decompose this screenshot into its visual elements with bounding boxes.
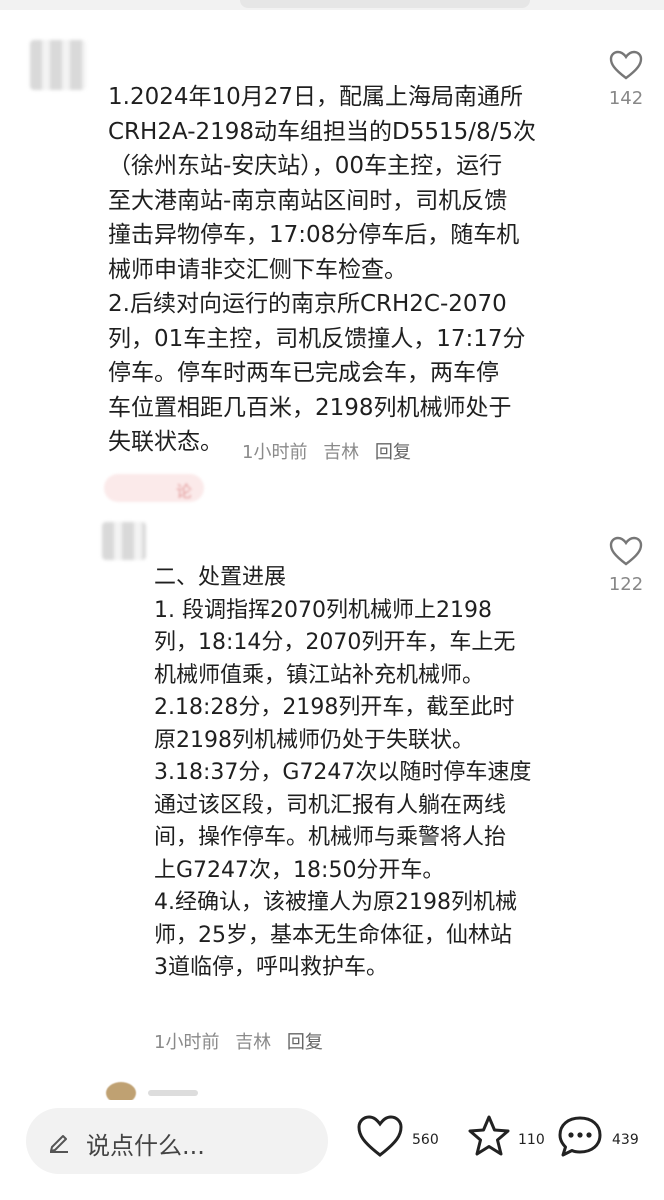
like-count: 560 bbox=[412, 1132, 439, 1148]
comment-like-button[interactable]: 142 bbox=[603, 50, 649, 109]
comment-time: 1小时前 bbox=[154, 1032, 220, 1053]
comment-meta: 1小时前 吉林 回复 bbox=[154, 1028, 333, 1054]
blurred-tag[interactable]: 论 bbox=[104, 474, 204, 502]
comment-input[interactable]: 说点什么... bbox=[26, 1108, 328, 1174]
avatar[interactable] bbox=[30, 40, 86, 90]
favorite-count: 110 bbox=[518, 1132, 545, 1148]
like-count: 142 bbox=[608, 88, 644, 109]
top-strip bbox=[0, 0, 664, 10]
bottom-action-bar: 说点什么... 560 110 439 bbox=[0, 1100, 664, 1200]
reply-button[interactable]: 回复 bbox=[287, 1032, 323, 1053]
like-count: 122 bbox=[608, 574, 644, 595]
comment-text: 二、处置进展 1. 段调指挥2070列机械师上2198 列，18:14分，207… bbox=[154, 565, 532, 980]
comment-like-button[interactable]: 122 bbox=[603, 536, 649, 595]
comment-count: 439 bbox=[612, 1132, 639, 1148]
comment-location: 吉林 bbox=[323, 442, 360, 463]
comment-text: 1.2024年10月27日，配属上海局南通所 CRH2A-2198动车组担当的D… bbox=[108, 84, 537, 455]
pencil-icon bbox=[50, 1135, 68, 1153]
star-icon bbox=[468, 1115, 510, 1156]
avatar[interactable] bbox=[102, 522, 146, 560]
comment-location: 吉林 bbox=[235, 1032, 272, 1053]
favorite-button[interactable]: 110 bbox=[466, 1114, 546, 1170]
heart-icon bbox=[357, 1115, 403, 1157]
comment-button[interactable]: 439 bbox=[556, 1114, 656, 1170]
input-placeholder: 说点什么... bbox=[86, 1132, 205, 1160]
reply-button[interactable]: 回复 bbox=[375, 442, 411, 463]
next-comment-peek bbox=[100, 1080, 220, 1104]
comment-time: 1小时前 bbox=[242, 442, 308, 463]
heart-icon bbox=[609, 50, 643, 80]
like-button[interactable]: 560 bbox=[356, 1114, 446, 1170]
heart-icon bbox=[609, 536, 643, 566]
comment-icon bbox=[558, 1116, 602, 1157]
comment-meta: 1小时前 吉林 回复 bbox=[242, 438, 421, 464]
